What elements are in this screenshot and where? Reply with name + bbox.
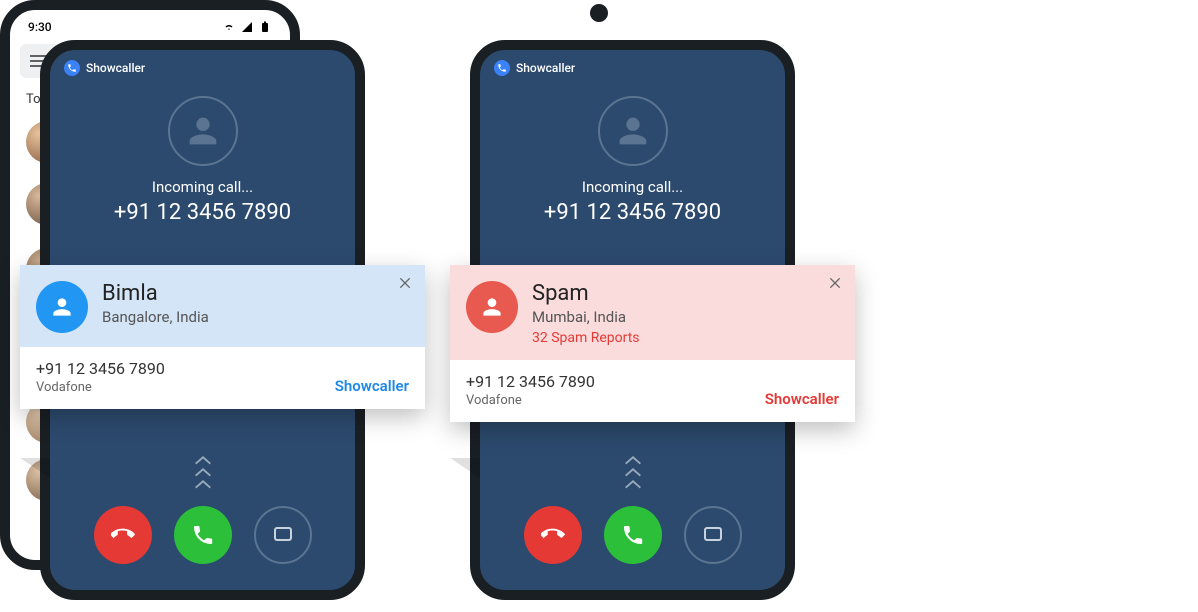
caller-location: Mumbai, India (532, 308, 640, 326)
card-carrier: Vodafone (466, 393, 595, 408)
close-button[interactable] (827, 275, 843, 295)
card-brand: Showcaller (765, 390, 839, 408)
caller-location: Bangalore, India (102, 308, 209, 326)
caller-name: Bimla (102, 281, 209, 306)
card-number: +91 12 3456 7890 (466, 372, 595, 391)
wifi-icon (222, 21, 236, 33)
incoming-label: Incoming call... (480, 178, 785, 196)
status-bar: 9:30 (10, 10, 290, 40)
decline-button[interactable] (94, 506, 152, 564)
phone-icon (64, 60, 80, 76)
phone-incoming-spam: Showcaller Incoming call... +91 12 3456 … (470, 40, 795, 600)
swipe-up-hint (622, 454, 644, 490)
caller-id-card-spam: Spam Mumbai, India 32 Spam Reports +91 1… (450, 265, 855, 422)
card-carrier: Vodafone (36, 380, 165, 395)
card-number: +91 12 3456 7890 (36, 359, 165, 378)
person-icon (466, 281, 518, 333)
incoming-number: +91 12 3456 7890 (480, 200, 785, 225)
brand-label: Showcaller (516, 61, 575, 75)
decline-button[interactable] (524, 506, 582, 564)
signal-icon (240, 21, 254, 33)
brand-label: Showcaller (86, 61, 145, 75)
caller-avatar (168, 96, 238, 166)
swipe-up-hint (192, 454, 214, 490)
message-button[interactable] (684, 506, 742, 564)
battery-icon (258, 21, 272, 33)
close-button[interactable] (397, 275, 413, 295)
phone-icon (494, 60, 510, 76)
phone-incoming-normal: Showcaller Incoming call... +91 12 3456 … (40, 40, 365, 600)
card-brand: Showcaller (335, 377, 409, 395)
caller-id-card: Bimla Bangalore, India +91 12 3456 7890 … (20, 265, 425, 409)
brand-row: Showcaller (480, 50, 785, 86)
incoming-number: +91 12 3456 7890 (50, 200, 355, 225)
accept-button[interactable] (604, 506, 662, 564)
message-button[interactable] (254, 506, 312, 564)
caller-avatar (598, 96, 668, 166)
status-time: 9:30 (28, 20, 52, 34)
accept-button[interactable] (174, 506, 232, 564)
spam-reports: 32 Spam Reports (532, 330, 640, 346)
person-icon (36, 281, 88, 333)
brand-row: Showcaller (50, 50, 355, 86)
incoming-label: Incoming call... (50, 178, 355, 196)
caller-name: Spam (532, 281, 640, 306)
